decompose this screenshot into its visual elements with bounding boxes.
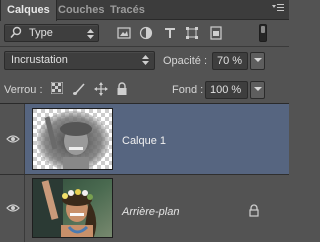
lock-position-icon[interactable] bbox=[94, 82, 108, 96]
fill-label: Fond : bbox=[172, 84, 204, 96]
blend-mode-label: Incrustation bbox=[11, 54, 68, 66]
chevron-updown-icon bbox=[87, 28, 94, 42]
layer-thumbnail bbox=[32, 178, 113, 238]
tab-traces[interactable]: Tracés bbox=[104, 0, 151, 20]
filter-type-label: Type bbox=[29, 27, 53, 39]
tab-couches[interactable]: Couches bbox=[52, 0, 110, 20]
opacity-dropdown-button[interactable] bbox=[250, 52, 265, 70]
fill-dropdown-button[interactable] bbox=[250, 81, 265, 99]
layers-panel: Calques Couches Tracés Type Incrustation… bbox=[0, 0, 289, 242]
lock-all-icon[interactable] bbox=[116, 82, 130, 96]
filter-toggle-icon[interactable] bbox=[259, 24, 267, 42]
fill-input[interactable]: 100 % bbox=[205, 81, 248, 99]
adjustment-filter-icon[interactable] bbox=[139, 26, 153, 40]
visibility-column bbox=[0, 175, 25, 242]
blend-mode-select[interactable]: Incrustation bbox=[4, 51, 155, 70]
panel-menu-icon[interactable] bbox=[271, 3, 285, 15]
lock-label: Verrou : bbox=[4, 84, 43, 96]
shape-filter-icon[interactable] bbox=[185, 26, 199, 40]
eye-icon[interactable] bbox=[6, 134, 20, 144]
visibility-column bbox=[0, 104, 25, 174]
layer-name[interactable]: Arrière-plan bbox=[122, 206, 179, 218]
layer-filter-select[interactable]: Type bbox=[4, 24, 99, 42]
tab-calques[interactable]: Calques bbox=[0, 0, 57, 21]
layer-name[interactable]: Calque 1 bbox=[122, 135, 166, 147]
lock-image-icon[interactable] bbox=[72, 82, 86, 96]
divider bbox=[0, 46, 289, 47]
panel-tab-bar: Calques Couches Tracés bbox=[0, 0, 289, 21]
smart-object-filter-icon[interactable] bbox=[209, 26, 223, 40]
layer-row-arriere-plan[interactable]: Arrière-plan bbox=[0, 175, 289, 242]
lock-transparency-icon[interactable] bbox=[50, 81, 65, 96]
layer-lock-icon bbox=[248, 204, 260, 217]
opacity-label: Opacité : bbox=[163, 55, 208, 67]
image-filter-icon[interactable] bbox=[117, 26, 131, 40]
layer-thumbnail bbox=[32, 108, 113, 170]
eye-icon[interactable] bbox=[6, 203, 20, 213]
chevron-updown-icon bbox=[142, 53, 149, 69]
layer-row-calque-1[interactable]: Calque 1 bbox=[0, 104, 289, 174]
search-icon bbox=[10, 26, 22, 42]
text-filter-icon[interactable] bbox=[163, 26, 177, 40]
opacity-input[interactable]: 70 % bbox=[212, 52, 248, 70]
